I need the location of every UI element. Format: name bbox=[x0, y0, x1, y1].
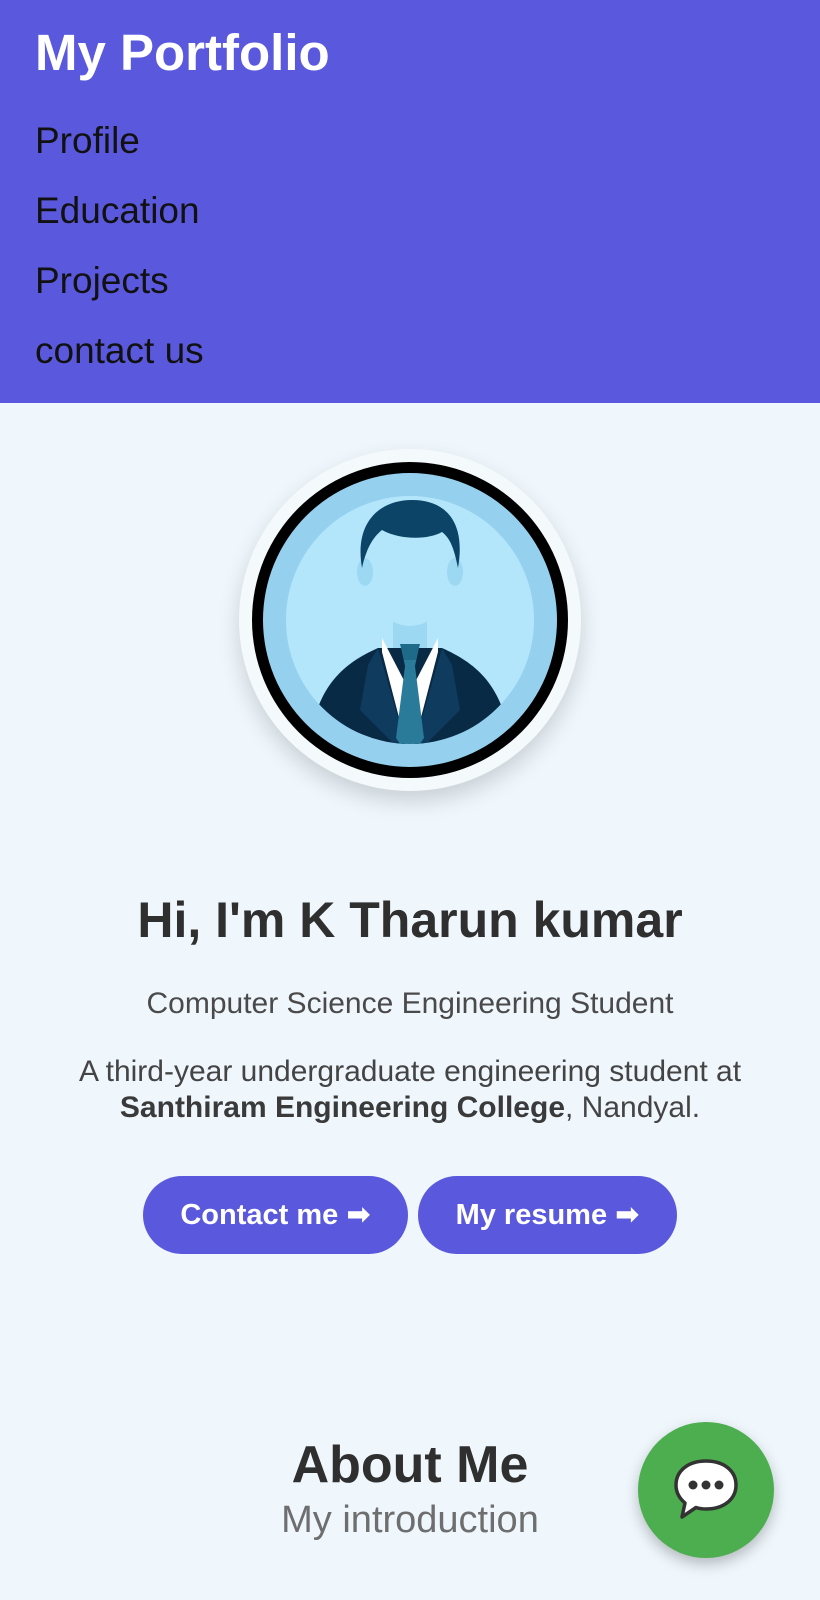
college-name: Santhiram Engineering College bbox=[119, 1091, 565, 1124]
chat-bubble-icon bbox=[674, 1459, 738, 1519]
hero-subtitle: Computer Science Engineering Student bbox=[146, 987, 674, 1020]
my-resume-button[interactable]: My resume ➡ bbox=[418, 1176, 677, 1254]
site-header: My Portfolio Profile Education Projects … bbox=[0, 0, 820, 403]
nav-item-projects[interactable]: Projects bbox=[35, 246, 204, 316]
hero-description-suffix: , Nandyal. bbox=[565, 1091, 701, 1124]
site-title[interactable]: My Portfolio bbox=[35, 22, 330, 84]
hero-description: A third-year undergraduate engineering s… bbox=[40, 1054, 780, 1126]
nav-item-contact-us[interactable]: contact us bbox=[35, 316, 204, 386]
main-nav: Profile Education Projects contact us bbox=[35, 106, 204, 386]
hero-description-prefix: A third-year undergraduate engineering s… bbox=[78, 1055, 742, 1088]
nav-item-education[interactable]: Education bbox=[35, 176, 204, 246]
profile-avatar bbox=[239, 449, 581, 791]
nav-item-profile[interactable]: Profile bbox=[35, 106, 204, 176]
student-avatar-icon bbox=[252, 462, 568, 778]
hero-title: Hi, I'm K Tharun kumar bbox=[137, 892, 683, 948]
contact-me-button[interactable]: Contact me ➡ bbox=[143, 1176, 408, 1254]
chat-button[interactable] bbox=[638, 1422, 774, 1558]
